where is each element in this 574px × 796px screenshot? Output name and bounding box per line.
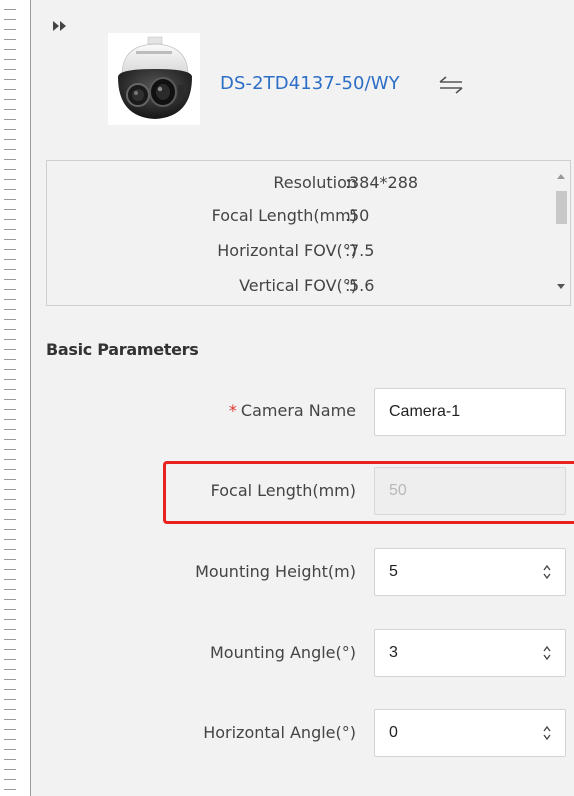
number-stepper-icon[interactable] [543,645,551,661]
focal-length-input: 50 [374,467,566,515]
section-title: Basic Parameters [46,340,199,359]
thermal-ptz-camera-icon [108,33,200,125]
specifications-box: Resolution : 384*288 Focal Length(mm) : … [46,160,571,306]
focal-length-label: Focal Length(mm) [210,481,356,500]
number-stepper-icon[interactable] [543,725,551,741]
spec-value: 384*288 [349,173,419,192]
mounting-angle-input[interactable]: 3 [374,629,566,677]
camera-name-input[interactable]: Camera-1 [374,388,566,436]
horizontal-angle-input[interactable]: 0 [374,709,566,757]
camera-name-label: * Camera Name [228,401,356,420]
mounting-angle-value: 3 [389,644,398,661]
mounting-height-input[interactable]: 5 [374,548,566,596]
required-asterisk: * [228,401,237,420]
spec-label: Horizontal FOV(°) [217,241,357,260]
spec-label: Focal Length(mm) [211,206,357,225]
spec-value: 5.6 [349,276,375,295]
swap-device-icon[interactable] [438,76,464,94]
expand-double-arrow-icon[interactable] [53,20,67,32]
device-model-name: DS-2TD4137-50/WY [220,73,400,94]
scroll-thumb[interactable] [556,191,567,224]
spec-scrollbar[interactable] [552,161,570,305]
spec-value: 50 [349,206,370,225]
left-ruler [0,0,31,796]
scroll-down-arrow-icon[interactable] [557,284,565,289]
spec-label: Vertical FOV(°) [239,276,357,295]
scroll-up-arrow-icon[interactable] [557,174,565,179]
mounting-angle-label: Mounting Angle(°) [210,643,356,662]
horizontal-angle-value: 0 [389,724,398,741]
mounting-height-value: 5 [389,563,398,580]
mounting-height-label: Mounting Height(m) [195,562,356,581]
horizontal-angle-label: Horizontal Angle(°) [203,723,356,742]
number-stepper-icon[interactable] [543,564,551,580]
spec-value: 7.5 [349,241,375,260]
